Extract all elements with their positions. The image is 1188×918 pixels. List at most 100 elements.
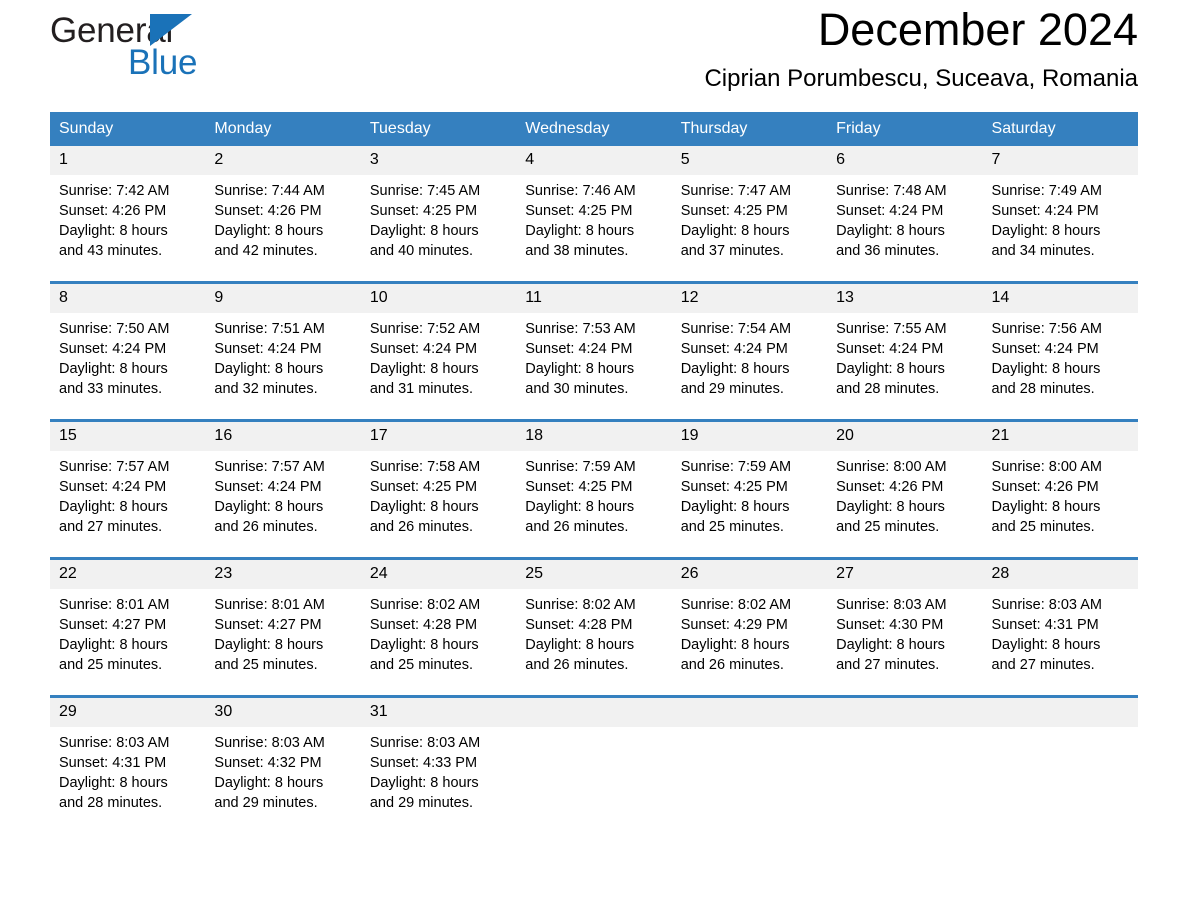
day-number: 11 [516, 284, 672, 313]
calendar-day-cell[interactable]: 28 Sunrise: 8:03 AM Sunset: 4:31 PM Dayligh… [982, 557, 1138, 697]
day-number: 5 [671, 146, 828, 175]
daylight-text-line1: Daylight: 8 hours [991, 499, 1101, 515]
daylight-text-line2: and 26 minutes. [369, 519, 474, 535]
calendar-day-cell[interactable]: 11 Sunrise: 7:53 AM Sunset: 4:24 PM Dayligh… [516, 281, 672, 421]
sunset-text: Sunset: 4:24 PM [214, 341, 322, 357]
weekday-header-friday: Friday [827, 112, 983, 146]
calendar-day-cell[interactable]: 25 Sunrise: 8:02 AM Sunset: 4:28 PM Dayligh… [516, 557, 672, 697]
sunset-text: Sunset: 4:31 PM [59, 755, 167, 771]
calendar-day-cell[interactable]: 9 Sunrise: 7:51 AM Sunset: 4:24 PM Daylight… [205, 281, 361, 421]
day-info: Sunrise: 8:02 AM Sunset: 4:28 PM Daylight:… [516, 589, 671, 675]
calendar-day-cell[interactable]: 20 Sunrise: 8:00 AM Sunset: 4:26 PM Dayligh… [827, 419, 983, 559]
sunset-text: Sunset: 4:25 PM [369, 203, 478, 219]
calendar-day-cell[interactable]: 3 Sunrise: 7:45 AM Sunset: 4:25 PM Daylight… [360, 146, 517, 283]
day-number: 10 [360, 284, 517, 313]
day-cell-inner: 29 Sunrise: 8:03 AM Sunset: 4:31 PM Dayligh… [50, 698, 206, 833]
daylight-text-line2: and 30 minutes. [525, 381, 629, 397]
calendar-day-cell [827, 695, 983, 833]
calendar-day-cell[interactable]: 31 Sunrise: 8:03 AM Sunset: 4:33 PM Dayligh… [360, 695, 517, 833]
daylight-text-line1: Daylight: 8 hours [59, 361, 168, 377]
calendar-day-cell[interactable]: 12 Sunrise: 7:54 AM Sunset: 4:24 PM Dayligh… [671, 281, 828, 421]
day-info: Sunrise: 7:42 AM Sunset: 4:26 PM Daylight:… [50, 175, 205, 261]
daylight-text-line1: Daylight: 8 hours [680, 361, 790, 377]
sunset-text: Sunset: 4:25 PM [525, 203, 633, 219]
day-cell-inner: 10 Sunrise: 7:52 AM Sunset: 4:24 PM Dayligh… [360, 284, 517, 419]
calendar-body: 1 Sunrise: 7:42 AM Sunset: 4:26 PM Daylight… [50, 146, 1138, 833]
calendar-day-cell[interactable]: 19 Sunrise: 7:59 AM Sunset: 4:25 PM Dayligh… [671, 419, 828, 559]
calendar-day-cell [982, 695, 1138, 833]
sunrise-text: Sunrise: 7:57 AM [214, 459, 325, 475]
calendar-day-cell[interactable]: 8 Sunrise: 7:50 AM Sunset: 4:24 PM Daylight… [50, 281, 206, 421]
day-number: 9 [205, 284, 361, 313]
calendar-day-cell[interactable]: 15 Sunrise: 7:57 AM Sunset: 4:24 PM Dayligh… [50, 419, 206, 559]
day-info: Sunrise: 7:53 AM Sunset: 4:24 PM Daylight:… [516, 313, 671, 399]
sunrise-text: Sunrise: 7:42 AM [59, 183, 170, 199]
day-cell-inner: 30 Sunrise: 8:03 AM Sunset: 4:32 PM Dayligh… [205, 698, 361, 833]
daylight-text-line1: Daylight: 8 hours [369, 361, 479, 377]
daylight-text-line2: and 25 minutes. [680, 519, 784, 535]
calendar-day-cell[interactable]: 17 Sunrise: 7:58 AM Sunset: 4:25 PM Dayligh… [360, 419, 517, 559]
day-info: Sunrise: 7:59 AM Sunset: 4:25 PM Daylight:… [672, 451, 827, 537]
daylight-text-line2: and 26 minutes. [525, 519, 629, 535]
calendar-day-cell[interactable]: 23 Sunrise: 8:01 AM Sunset: 4:27 PM Dayligh… [205, 557, 361, 697]
calendar-day-cell[interactable]: 1 Sunrise: 7:42 AM Sunset: 4:26 PM Daylight… [50, 146, 206, 283]
page-header: General Blue December 2024 Ciprian Porum… [50, 0, 1138, 112]
page-title: December 2024 [817, 4, 1138, 55]
day-cell-inner: 28 Sunrise: 8:03 AM Sunset: 4:31 PM Dayligh… [982, 560, 1138, 695]
day-number: 3 [360, 146, 517, 175]
sunset-text: Sunset: 4:24 PM [991, 203, 1099, 219]
daylight-text-line1: Daylight: 8 hours [680, 223, 790, 239]
day-info: Sunrise: 7:55 AM Sunset: 4:24 PM Daylight:… [827, 313, 982, 399]
day-cell-inner: 18 Sunrise: 7:59 AM Sunset: 4:25 PM Dayligh… [516, 422, 672, 557]
calendar-day-cell[interactable]: 10 Sunrise: 7:52 AM Sunset: 4:24 PM Dayligh… [360, 281, 517, 421]
day-number: 23 [205, 560, 361, 589]
day-number: 7 [982, 146, 1138, 175]
day-cell-inner [827, 698, 983, 833]
calendar-week-row: 8 Sunrise: 7:50 AM Sunset: 4:24 PM Daylight… [50, 281, 1138, 421]
calendar-day-cell[interactable]: 29 Sunrise: 8:03 AM Sunset: 4:31 PM Dayligh… [50, 695, 206, 833]
calendar-day-cell[interactable]: 13 Sunrise: 7:55 AM Sunset: 4:24 PM Dayligh… [827, 281, 983, 421]
daylight-text-line2: and 38 minutes. [525, 243, 629, 259]
day-cell-inner: 31 Sunrise: 8:03 AM Sunset: 4:33 PM Dayligh… [360, 698, 517, 833]
day-cell-inner: 16 Sunrise: 7:57 AM Sunset: 4:24 PM Dayligh… [205, 422, 361, 557]
calendar-day-cell[interactable]: 22 Sunrise: 8:01 AM Sunset: 4:27 PM Dayligh… [50, 557, 206, 697]
weekday-header-wednesday: Wednesday [516, 112, 672, 146]
calendar-day-cell[interactable]: 18 Sunrise: 7:59 AM Sunset: 4:25 PM Dayligh… [516, 419, 672, 559]
daylight-text-line1: Daylight: 8 hours [525, 361, 635, 377]
title-block: December 2024 Ciprian Porumbescu, Suceav… [704, 0, 1138, 94]
daylight-text-line1: Daylight: 8 hours [680, 499, 790, 515]
day-cell-inner: 17 Sunrise: 7:58 AM Sunset: 4:25 PM Dayligh… [360, 422, 517, 557]
calendar-day-cell[interactable]: 5 Sunrise: 7:47 AM Sunset: 4:25 PM Daylight… [671, 146, 828, 283]
day-number: 18 [516, 422, 672, 451]
sunrise-text: Sunrise: 7:44 AM [214, 183, 325, 199]
calendar-day-cell[interactable]: 30 Sunrise: 8:03 AM Sunset: 4:32 PM Dayligh… [205, 695, 361, 833]
calendar-day-cell[interactable]: 14 Sunrise: 7:56 AM Sunset: 4:24 PM Dayligh… [982, 281, 1138, 421]
sunset-text: Sunset: 4:30 PM [836, 617, 944, 633]
calendar-day-cell[interactable]: 27 Sunrise: 8:03 AM Sunset: 4:30 PM Dayligh… [827, 557, 983, 697]
calendar-day-cell[interactable]: 16 Sunrise: 7:57 AM Sunset: 4:24 PM Dayligh… [205, 419, 361, 559]
day-info: Sunrise: 7:47 AM Sunset: 4:25 PM Daylight:… [672, 175, 827, 261]
sunset-text: Sunset: 4:24 PM [836, 341, 944, 357]
day-cell-inner: 27 Sunrise: 8:03 AM Sunset: 4:30 PM Dayligh… [827, 560, 983, 695]
sunrise-text: Sunrise: 7:54 AM [680, 321, 792, 337]
daylight-text-line1: Daylight: 8 hours [214, 775, 324, 791]
day-cell-inner: 6 Sunrise: 7:48 AM Sunset: 4:24 PM Daylight… [827, 146, 983, 281]
calendar-day-cell[interactable]: 4 Sunrise: 7:46 AM Sunset: 4:25 PM Daylight… [516, 146, 672, 283]
sunset-text: Sunset: 4:24 PM [369, 341, 478, 357]
day-info: Sunrise: 7:45 AM Sunset: 4:25 PM Daylight:… [361, 175, 516, 261]
day-number [516, 698, 672, 727]
sunrise-text: Sunrise: 8:00 AM [991, 459, 1102, 475]
calendar-day-cell[interactable]: 6 Sunrise: 7:48 AM Sunset: 4:24 PM Daylight… [827, 146, 983, 283]
calendar-week-row: 15 Sunrise: 7:57 AM Sunset: 4:24 PM Dayligh… [50, 419, 1138, 559]
calendar-day-cell[interactable]: 21 Sunrise: 8:00 AM Sunset: 4:26 PM Dayligh… [982, 419, 1138, 559]
sunrise-text: Sunrise: 7:58 AM [369, 459, 481, 475]
calendar-week-row: 1 Sunrise: 7:42 AM Sunset: 4:26 PM Daylight… [50, 146, 1138, 283]
calendar-day-cell[interactable]: 26 Sunrise: 8:02 AM Sunset: 4:29 PM Dayligh… [671, 557, 828, 697]
day-cell-inner: 24 Sunrise: 8:02 AM Sunset: 4:28 PM Dayligh… [360, 560, 517, 695]
calendar-day-cell[interactable]: 24 Sunrise: 8:02 AM Sunset: 4:28 PM Dayligh… [360, 557, 517, 697]
sunset-text: Sunset: 4:26 PM [59, 203, 167, 219]
calendar-day-cell[interactable]: 2 Sunrise: 7:44 AM Sunset: 4:26 PM Daylight… [205, 146, 361, 283]
daylight-text-line1: Daylight: 8 hours [991, 637, 1101, 653]
day-cell-inner [982, 698, 1138, 833]
calendar-day-cell[interactable]: 7 Sunrise: 7:49 AM Sunset: 4:24 PM Daylight… [982, 146, 1138, 283]
